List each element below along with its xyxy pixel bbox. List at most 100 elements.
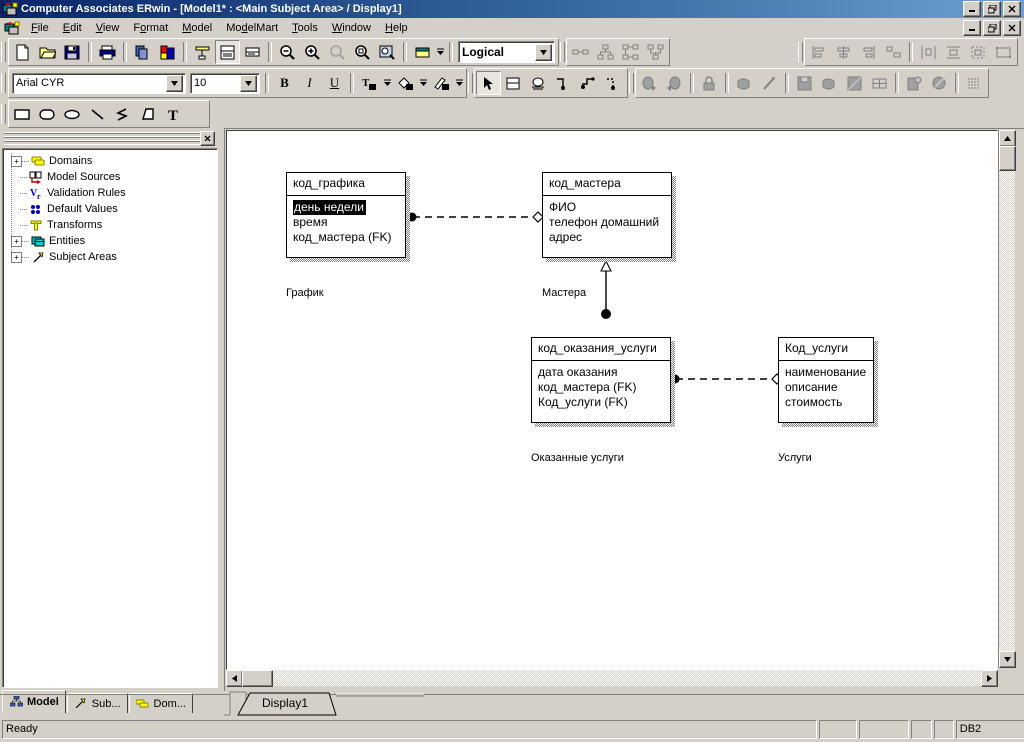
- menu-help[interactable]: Help: [378, 20, 415, 36]
- draw-text-icon[interactable]: T: [160, 102, 185, 126]
- text-color-icon[interactable]: T: [357, 71, 382, 95]
- text-color-dropdown-icon[interactable]: [382, 72, 393, 94]
- identifying-relationship-icon[interactable]: [551, 71, 576, 95]
- view-icon[interactable]: [526, 71, 551, 95]
- menu-file[interactable]: File: [24, 20, 56, 36]
- open-folder-icon[interactable]: [35, 40, 60, 64]
- mdi-close-button[interactable]: [1003, 20, 1021, 36]
- panel-drag-handle[interactable]: [4, 132, 200, 145]
- model-type-combo[interactable]: Logical: [458, 41, 555, 63]
- bold-button[interactable]: B: [272, 71, 297, 95]
- tree-item-domains[interactable]: + Domains: [7, 153, 217, 169]
- expander-plus-icon[interactable]: +: [11, 251, 22, 263]
- print-icon[interactable]: [95, 40, 120, 64]
- attribute-row[interactable]: код_мастера (FK): [293, 230, 399, 245]
- zoom-out-icon[interactable]: [275, 40, 300, 64]
- toolbar-grip[interactable]: [1, 73, 6, 93]
- canvas-vertical-scrollbar[interactable]: [998, 130, 1016, 668]
- font-size-combo[interactable]: 10: [190, 72, 260, 94]
- fill-color-icon[interactable]: [393, 71, 418, 95]
- diagram-canvas[interactable]: График код_графика день недели время код…: [226, 130, 998, 670]
- attribute-row[interactable]: Код_услуги (FK): [538, 395, 664, 410]
- tree-item-transforms[interactable]: Transforms: [7, 217, 217, 233]
- toolbar-grip[interactable]: [1, 104, 6, 124]
- display-level-icon[interactable]: [190, 40, 215, 64]
- menu-tools[interactable]: Tools: [285, 20, 325, 36]
- attribute-row[interactable]: время: [293, 215, 399, 230]
- italic-button[interactable]: I: [297, 71, 322, 95]
- scroll-down-button[interactable]: [999, 651, 1016, 668]
- canvas-horizontal-scrollbar[interactable]: [226, 670, 998, 687]
- draw-line-icon[interactable]: [85, 102, 110, 126]
- tree-item-subject-areas[interactable]: + Subject Areas: [7, 249, 217, 265]
- attribute-level-icon[interactable]: [215, 40, 240, 64]
- toolbar-grip[interactable]: [798, 42, 803, 62]
- close-icon[interactable]: [200, 131, 215, 146]
- minimize-button[interactable]: [963, 1, 981, 17]
- attribute-row[interactable]: стоимость: [785, 395, 867, 410]
- menu-view[interactable]: View: [89, 20, 127, 36]
- attribute-row[interactable]: ФИО: [549, 200, 665, 215]
- attribute-row-selected[interactable]: день недели: [293, 200, 399, 215]
- chevron-down-icon[interactable]: [166, 74, 183, 92]
- expander-plus-icon[interactable]: +: [11, 155, 22, 167]
- line-color-dropdown-icon[interactable]: [454, 72, 465, 94]
- definition-level-icon[interactable]: [240, 40, 265, 64]
- draw-polyline-icon[interactable]: [110, 102, 135, 126]
- scroll-up-button[interactable]: [999, 130, 1016, 147]
- draw-ellipse-icon[interactable]: [60, 102, 85, 126]
- pointer-arrow-icon[interactable]: [476, 71, 501, 95]
- underline-button[interactable]: U: [322, 71, 347, 95]
- draw-polygon-icon[interactable]: [135, 102, 160, 126]
- horizontal-scroll-thumb[interactable]: [242, 670, 273, 687]
- many-to-many-relationship-icon[interactable]: [576, 71, 601, 95]
- tab-domains[interactable]: Dom...: [128, 693, 193, 713]
- chevron-down-icon[interactable]: [240, 74, 257, 92]
- scroll-left-button[interactable]: [226, 670, 243, 687]
- menu-edit[interactable]: Edit: [56, 20, 89, 36]
- tree-item-validation-rules[interactable]: V r Validation Rules: [7, 185, 217, 201]
- fill-color-dropdown-icon[interactable]: [418, 72, 429, 94]
- draw-rounded-rect-icon[interactable]: [35, 102, 60, 126]
- zoom-fit-icon[interactable]: [375, 40, 400, 64]
- toolbar-grip[interactable]: [560, 42, 565, 62]
- chevron-down-icon[interactable]: [535, 43, 552, 61]
- zoom-in-icon[interactable]: [300, 40, 325, 64]
- model-explorer-tree[interactable]: + Domains Model Sources V r Validation R…: [2, 148, 218, 688]
- menu-window[interactable]: Window: [325, 20, 378, 36]
- font-name-combo[interactable]: Arial CYR: [12, 72, 186, 94]
- entity-grafik[interactable]: код_графика день недели время код_мастер…: [286, 172, 410, 262]
- entity-uslugi[interactable]: Код_услуги наименование описание стоимос…: [778, 337, 878, 427]
- save-disk-icon[interactable]: [60, 40, 85, 64]
- tree-item-default-values[interactable]: Default Values: [7, 201, 217, 217]
- non-identifying-relationship-icon[interactable]: [601, 71, 626, 95]
- entity-okazannye-uslugi[interactable]: код_оказания_услуги дата оказания код_ма…: [531, 337, 675, 427]
- mdi-minimize-button[interactable]: [963, 20, 981, 36]
- expander-plus-icon[interactable]: +: [11, 235, 22, 247]
- subject-area-icon[interactable]: [410, 40, 435, 64]
- attribute-row[interactable]: дата оказания: [538, 365, 664, 380]
- entity-mastera[interactable]: код_мастера ФИО телефон домашний адрес: [542, 172, 676, 262]
- subject-area-dropdown-icon[interactable]: [435, 41, 446, 63]
- menu-modelmart[interactable]: ModelMart: [219, 20, 285, 36]
- menu-model[interactable]: Model: [175, 20, 219, 36]
- toolbar-grip[interactable]: [629, 73, 634, 93]
- attribute-row[interactable]: код_мастера (FK): [538, 380, 664, 395]
- attribute-row[interactable]: адрес: [549, 230, 665, 245]
- copy-icon[interactable]: [130, 40, 155, 64]
- zoom-selection-icon[interactable]: [350, 40, 375, 64]
- line-color-icon[interactable]: [429, 71, 454, 95]
- tree-item-entities[interactable]: + Entities: [7, 233, 217, 249]
- draw-rectangle-icon[interactable]: [10, 102, 35, 126]
- attribute-row[interactable]: наименование: [785, 365, 867, 380]
- new-icon[interactable]: [10, 40, 35, 64]
- mdi-restore-button[interactable]: [983, 20, 1001, 36]
- attribute-row[interactable]: телефон домашний: [549, 215, 665, 230]
- tree-item-model-sources[interactable]: Model Sources: [7, 169, 217, 185]
- entity-icon[interactable]: [501, 71, 526, 95]
- tab-subject-areas[interactable]: Sub...: [66, 693, 128, 713]
- close-button[interactable]: [1003, 1, 1021, 17]
- tab-display1[interactable]: Display1: [248, 692, 320, 714]
- restore-button[interactable]: [983, 1, 1001, 17]
- menu-format[interactable]: Format: [126, 20, 175, 36]
